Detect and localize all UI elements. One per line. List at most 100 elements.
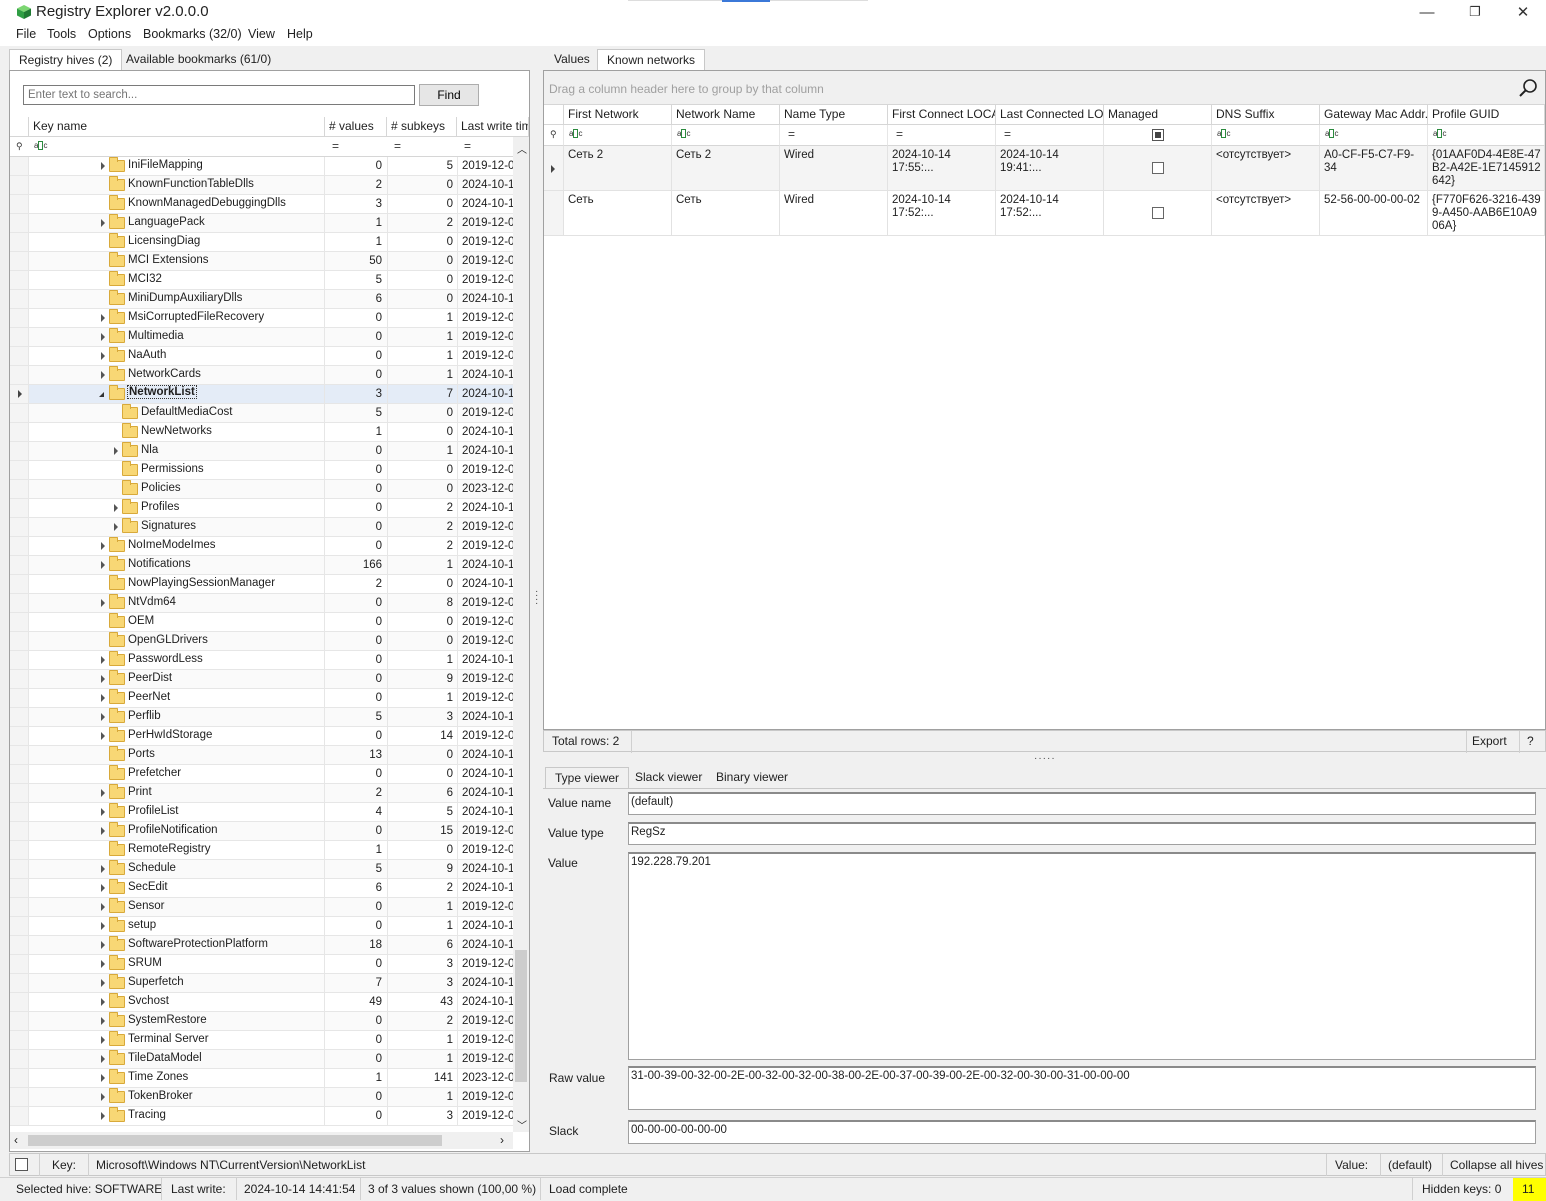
expand-arrow-icon[interactable] <box>101 1093 105 1101</box>
tree-row[interactable]: OpenGLDrivers002019-12-07 <box>10 632 513 651</box>
minimize-button[interactable]: — <box>1404 0 1450 24</box>
grid-filter-cell[interactable]: ac <box>1212 125 1320 146</box>
cell-first-connect[interactable]: 2024-10-14 17:55:... <box>888 146 996 191</box>
tree-row[interactable]: MiniDumpAuxiliaryDlls 602024-10-14 <box>10 290 513 309</box>
maximize-button[interactable]: ❐ <box>1452 0 1498 24</box>
tree-row[interactable]: IniFileMapping 052019-12-07 <box>10 157 513 176</box>
tree-row[interactable]: Notifications 16612024-10-14 <box>10 556 513 575</box>
tree-row[interactable]: Perflib 532024-10-14 <box>10 708 513 727</box>
expand-arrow-icon[interactable] <box>101 1017 105 1025</box>
menu-file[interactable]: File <box>16 27 36 41</box>
grid-filter-cell[interactable]: ac <box>564 125 672 146</box>
cell-first-network[interactable]: Сеть 2 <box>564 146 672 191</box>
tree-row[interactable]: Superfetch 732024-10-14 <box>10 974 513 993</box>
find-button[interactable]: Find <box>419 84 479 106</box>
menu-tools[interactable]: Tools <box>47 27 76 41</box>
managed-filter-checkbox[interactable] <box>1152 129 1164 141</box>
collapse-arrow-icon[interactable] <box>99 392 104 397</box>
cell-network-name[interactable]: Сеть 2 <box>672 146 780 191</box>
grid-filter-cell[interactable] <box>1104 125 1212 146</box>
column-dns-suffix[interactable]: DNS Suffix <box>1212 105 1320 125</box>
expand-arrow-icon[interactable] <box>101 333 105 341</box>
tree-vertical-scrollbar[interactable]: ︿ ﹀ <box>513 137 529 1132</box>
expand-arrow-icon[interactable] <box>101 808 105 816</box>
menu-view[interactable]: View <box>248 27 275 41</box>
column-last-connected[interactable]: Last Connected LO... <box>996 105 1104 125</box>
expand-arrow-icon[interactable] <box>101 219 105 227</box>
tree-row[interactable]: Tracing 032019-12-07 <box>10 1107 513 1126</box>
tab-known-networks[interactable]: Known networks <box>597 49 706 71</box>
cell-first-network[interactable]: Сеть <box>564 191 672 236</box>
tree-row[interactable]: ProfileList 452024-10-14 <box>10 803 513 822</box>
expand-arrow-icon[interactable] <box>101 1036 105 1044</box>
expand-arrow-icon[interactable] <box>114 447 118 455</box>
column-last-write[interactable]: Last write time <box>457 117 529 137</box>
tab-slack-viewer[interactable]: Slack viewer <box>626 767 711 789</box>
scroll-right-icon[interactable]: › <box>500 1133 504 1147</box>
value-name-field[interactable]: (default) <box>628 792 1536 815</box>
cell-last-connected[interactable]: 2024-10-14 17:52:... <box>996 191 1104 236</box>
tree-row[interactable]: SRUM 032019-12-07 <box>10 955 513 974</box>
tree-row[interactable]: Sensor 012019-12-07 <box>10 898 513 917</box>
tree-row[interactable]: Signatures 022019-12-07 <box>10 518 513 537</box>
expand-arrow-icon[interactable] <box>101 1074 105 1082</box>
tree-row[interactable]: MsiCorruptedFileRecovery 012019-12-07 <box>10 309 513 328</box>
tree-row[interactable]: LanguagePack 122019-12-07 <box>10 214 513 233</box>
tree-row[interactable]: SecEdit 622024-10-14 <box>10 879 513 898</box>
tree-row[interactable]: Svchost 49432024-10-14 <box>10 993 513 1012</box>
tab-available-bookmarks[interactable]: Available bookmarks (61/0) <box>117 49 280 71</box>
export-button[interactable]: Export <box>1472 734 1507 748</box>
tree-row[interactable]: NetworkCards 012024-10-14 <box>10 366 513 385</box>
expand-arrow-icon[interactable] <box>101 694 105 702</box>
tree-row[interactable]: TileDataModel 012019-12-07 <box>10 1050 513 1069</box>
tree-row[interactable]: ProfileNotification 0152019-12-07 <box>10 822 513 841</box>
menu-bookmarks[interactable]: Bookmarks (32/0) <box>143 27 242 41</box>
scroll-left-icon[interactable]: ‹ <box>14 1133 18 1147</box>
expand-arrow-icon[interactable] <box>101 1112 105 1120</box>
expand-arrow-icon[interactable] <box>101 656 105 664</box>
column-key-name[interactable]: Key name <box>29 117 325 137</box>
expand-arrow-icon[interactable] <box>101 599 105 607</box>
tree-row[interactable]: Schedule 592024-10-14 <box>10 860 513 879</box>
cell-last-connected[interactable]: 2024-10-14 19:41:... <box>996 146 1104 191</box>
value-field[interactable]: 192.228.79.201 <box>628 852 1536 1060</box>
tree-row[interactable]: KnownFunctionTableDlls 202024-10-14 <box>10 176 513 195</box>
expand-arrow-icon[interactable] <box>101 371 105 379</box>
tree-row[interactable]: PasswordLess 012024-10-14 <box>10 651 513 670</box>
expand-arrow-icon[interactable] <box>101 903 105 911</box>
expand-arrow-icon[interactable] <box>101 162 105 170</box>
tree-row[interactable]: RemoteRegistry 102019-12-07 <box>10 841 513 860</box>
tree-row[interactable]: NoImeModeImes 022019-12-07 <box>10 537 513 556</box>
grid-filter-cell[interactable]: ac <box>672 125 780 146</box>
expand-arrow-icon[interactable] <box>114 523 118 531</box>
slack-field[interactable]: 00-00-00-00-00-00 <box>628 1120 1536 1144</box>
menu-options[interactable]: Options <box>88 27 131 41</box>
tab-registry-hives[interactable]: Registry hives (2) <box>9 49 123 71</box>
row-indicator[interactable] <box>544 146 564 191</box>
tree-row[interactable]: PeerNet 012019-12-07 <box>10 689 513 708</box>
expand-arrow-icon[interactable] <box>101 732 105 740</box>
grid-filter-cell[interactable]: = <box>996 125 1104 146</box>
column-network-name[interactable]: Network Name <box>672 105 780 125</box>
cell-profile-guid[interactable]: {01AAF0D4-4E8E-47B2-A42E-1E7145912642} <box>1428 146 1545 191</box>
expand-arrow-icon[interactable] <box>101 352 105 360</box>
tree-row[interactable]: PeerDist 092019-12-07 <box>10 670 513 689</box>
managed-checkbox[interactable] <box>1152 207 1164 219</box>
cell-name-type[interactable]: Wired <box>780 146 888 191</box>
tree-row[interactable]: NetworkList 372024-10-14 <box>10 385 513 404</box>
expand-arrow-icon[interactable] <box>101 922 105 930</box>
tree-row[interactable]: KnownManagedDebuggingDlls 302024-10-14 <box>10 195 513 214</box>
value-type-field[interactable]: RegSz <box>628 822 1536 845</box>
tree-row[interactable]: Permissions002019-12-07 <box>10 461 513 480</box>
group-by-area[interactable]: Drag a column header here to group by th… <box>544 71 1545 105</box>
column-subkeys[interactable]: # subkeys <box>387 117 457 137</box>
expand-arrow-icon[interactable] <box>101 789 105 797</box>
expand-arrow-icon[interactable] <box>101 713 105 721</box>
scroll-thumb[interactable] <box>515 950 527 1082</box>
tree-row[interactable]: MCI32 502019-12-07 <box>10 271 513 290</box>
tree-row[interactable]: DefaultMediaCost 502019-12-07 <box>10 404 513 423</box>
expand-arrow-icon[interactable] <box>101 827 105 835</box>
close-button[interactable]: ✕ <box>1500 0 1546 24</box>
tree-row[interactable]: Nla 012024-10-14 <box>10 442 513 461</box>
tree-row[interactable]: LicensingDiag 102019-12-07 <box>10 233 513 252</box>
